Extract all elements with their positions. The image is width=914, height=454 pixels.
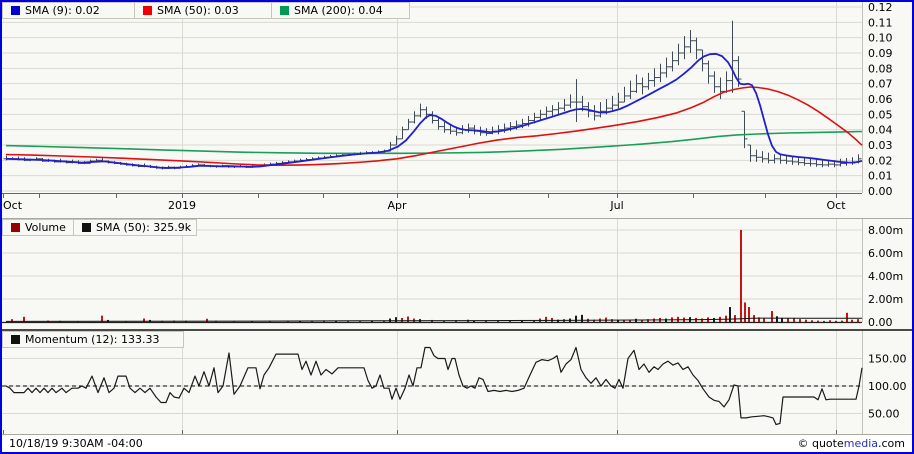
sma9-line xyxy=(6,54,862,168)
svg-text:0.11: 0.11 xyxy=(868,16,893,29)
copyright-text: © quotemedia.com xyxy=(797,437,905,450)
svg-text:Apr: Apr xyxy=(387,199,407,212)
legend-item-momentum: Momentum (12): 133.33 xyxy=(2,331,184,348)
sma200-line xyxy=(6,132,862,154)
svg-text:4.00m: 4.00m xyxy=(868,270,903,283)
volume-sma-label: SMA (50): 325.9k xyxy=(96,221,191,234)
volume-label: Volume xyxy=(25,221,66,234)
svg-text:0.02: 0.02 xyxy=(868,154,893,167)
momentum-label: Momentum (12): 133.33 xyxy=(25,333,159,346)
svg-text:Oct: Oct xyxy=(826,199,846,212)
volume-swatch-icon xyxy=(11,223,20,232)
svg-text:0.05: 0.05 xyxy=(868,108,893,121)
copyright-suffix: .com xyxy=(878,437,905,450)
price-chart: 0.12 0.11 0.10 0.09 0.08 0.07 0.06 0.05 0.04 0.03… xyxy=(2,2,912,218)
svg-text:0.01: 0.01 xyxy=(868,170,893,183)
sma50-label: SMA (50): 0.03 xyxy=(157,4,239,17)
legend-item-sma200: SMA (200): 0.04 xyxy=(271,2,410,19)
status-bar: 10/18/19 9:30AM -04:00 © quotemedia.com xyxy=(2,435,912,452)
quotemedia-brand: media xyxy=(844,437,878,450)
svg-text:0.10: 0.10 xyxy=(868,32,893,45)
svg-text:0.09: 0.09 xyxy=(868,47,893,60)
svg-text:50.00: 50.00 xyxy=(868,408,900,421)
momentum-legend: Momentum (12): 133.33 xyxy=(2,331,184,348)
svg-text:2.00m: 2.00m xyxy=(868,293,903,306)
sma200-label: SMA (200): 0.04 xyxy=(294,4,383,17)
svg-text:2019: 2019 xyxy=(168,199,196,212)
momentum-swatch-icon xyxy=(11,335,20,344)
svg-text:150.00: 150.00 xyxy=(868,353,907,366)
timestamp-text: 10/18/19 9:30AM -04:00 xyxy=(9,437,143,450)
volume-sma-swatch-icon xyxy=(82,223,91,232)
svg-text:8.00m: 8.00m xyxy=(868,224,903,237)
legend-item-sma50: SMA (50): 0.03 xyxy=(134,2,272,19)
svg-text:Jul: Jul xyxy=(609,199,623,212)
svg-text:Oct: Oct xyxy=(3,199,23,212)
copyright-prefix: © quote xyxy=(797,437,843,450)
legend-item-sma9: SMA (9): 0.02 xyxy=(2,2,135,19)
legend-item-volume: Volume xyxy=(2,219,74,236)
sma9-swatch-icon xyxy=(11,6,20,15)
sma50-swatch-icon xyxy=(143,6,152,15)
quotemedia-stock-chart: 0.12 0.11 0.10 0.09 0.08 0.07 0.06 0.05 0.04 0.03… xyxy=(0,0,914,454)
price-legend: SMA (9): 0.02 SMA (50): 0.03 SMA (200): … xyxy=(2,2,410,19)
svg-text:0.00: 0.00 xyxy=(868,316,893,329)
svg-text:0.04: 0.04 xyxy=(868,124,893,137)
svg-text:0.06: 0.06 xyxy=(868,93,893,106)
svg-text:6.00m: 6.00m xyxy=(868,247,903,260)
price-x-axis: Oct 2019 Apr Jul Oct xyxy=(2,193,862,212)
svg-text:0.03: 0.03 xyxy=(868,139,893,152)
svg-text:100.00: 100.00 xyxy=(868,380,907,393)
svg-text:0.07: 0.07 xyxy=(868,78,893,91)
sma9-label: SMA (9): 0.02 xyxy=(25,4,100,17)
svg-text:0.00: 0.00 xyxy=(868,185,893,198)
volume-legend: Volume SMA (50): 325.9k xyxy=(2,219,197,236)
svg-text:0.08: 0.08 xyxy=(868,62,893,75)
volume-sma-line xyxy=(6,318,862,321)
sma200-swatch-icon xyxy=(280,6,289,15)
legend-item-volume-sma: SMA (50): 325.9k xyxy=(73,219,197,236)
price-bars xyxy=(4,21,862,170)
svg-text:0.12: 0.12 xyxy=(868,2,893,14)
